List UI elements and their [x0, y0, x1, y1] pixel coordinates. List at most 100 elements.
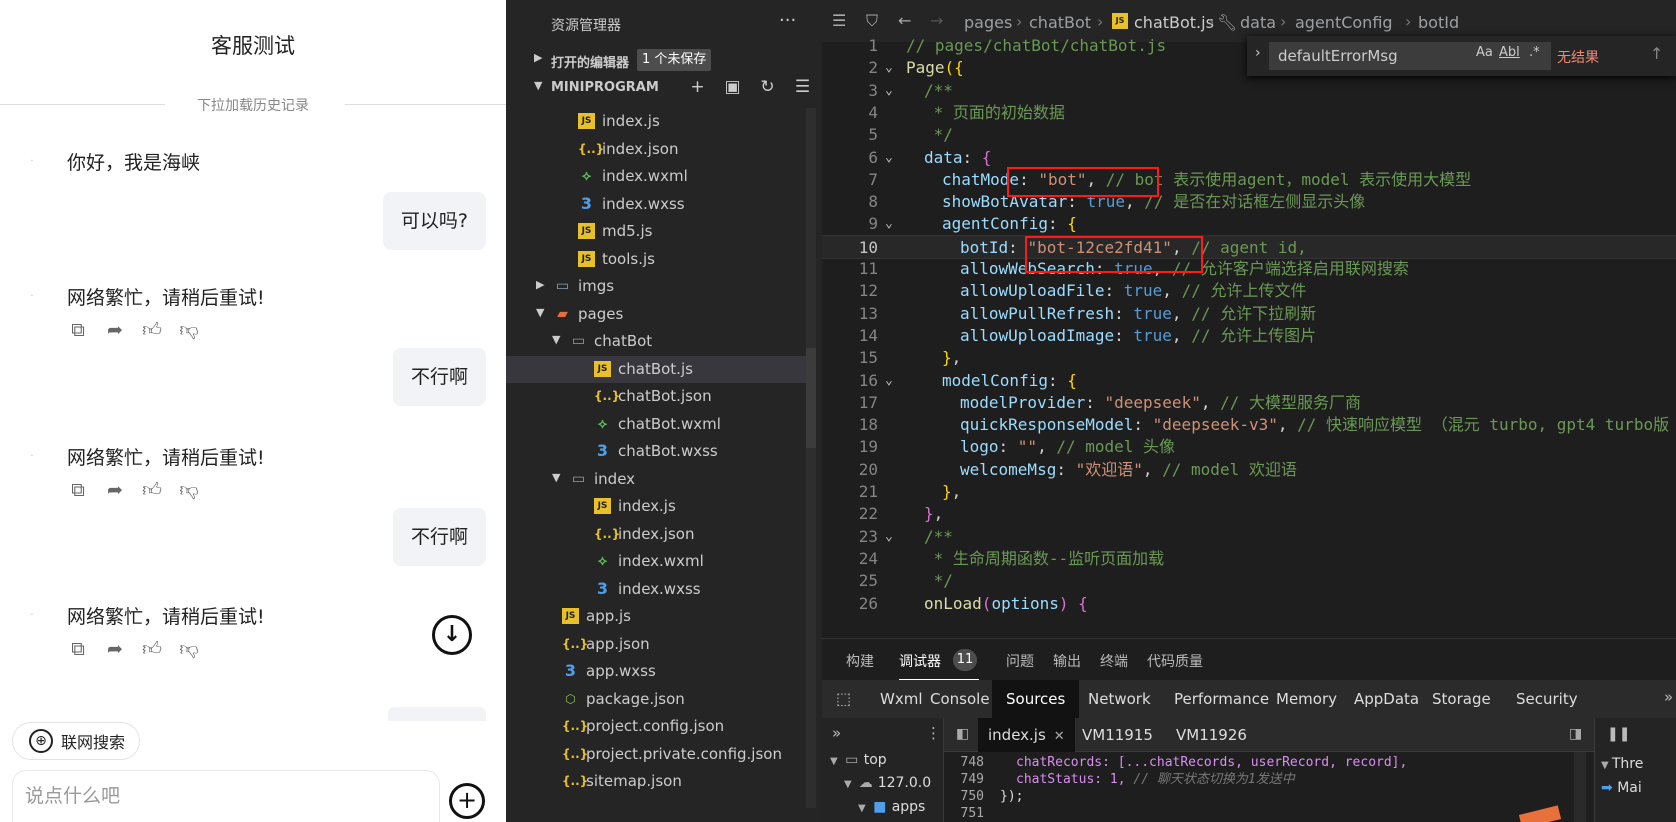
thumbs-down-icon[interactable]: 👎︎: [178, 479, 200, 501]
explorer-scrollbar[interactable]: [806, 108, 816, 808]
file-tree-item[interactable]: JS tools.js: [506, 246, 806, 273]
tab-debugger[interactable]: 调试器: [899, 651, 941, 671]
toggle-debugger-icon[interactable]: ◨: [1569, 726, 1582, 742]
file-tree-item[interactable]: JS md5.js: [506, 218, 806, 245]
new-file-icon[interactable]: +: [686, 76, 709, 99]
close-icon[interactable]: ✕: [1054, 729, 1065, 744]
forward-arrow-icon[interactable]: →: [930, 11, 943, 30]
arrow-down-circle-icon[interactable]: ↓: [432, 615, 472, 655]
collapse-all-icon[interactable]: ☰: [791, 76, 814, 99]
file-tree-item[interactable]: ▼ ▰ pages: [506, 301, 806, 328]
devtools-tab-network[interactable]: Network: [1074, 680, 1165, 718]
match-word-icon[interactable]: Abl: [1499, 45, 1520, 60]
fold-chevron-icon[interactable]: ⌄: [885, 56, 893, 80]
fold-chevron-icon[interactable]: ⌄: [885, 369, 893, 393]
source-scrollbar[interactable]: [1574, 752, 1586, 822]
file-tree-item[interactable]: 3 index.wxss: [506, 191, 806, 218]
devtools-tab-memory[interactable]: Memory: [1262, 680, 1351, 718]
breadcrumb-item[interactable]: data: [1240, 13, 1276, 32]
file-tree-item[interactable]: {..} sitemap.json: [506, 768, 806, 795]
history-hint[interactable]: 下拉加载历史记录: [0, 95, 506, 115]
file-tree-item[interactable]: {..} index.json: [506, 136, 806, 163]
chat-input[interactable]: [25, 785, 405, 807]
devtools-tab-security[interactable]: Security: [1502, 680, 1592, 718]
fold-chevron-icon[interactable]: ⌄: [885, 525, 893, 549]
miniprogram-section[interactable]: ▼ MINIPROGRAM + ▣ ↻ ☰: [506, 74, 822, 102]
file-tree-item[interactable]: {..} project.private.config.json: [506, 741, 806, 768]
breadcrumb-item[interactable]: chatBot.js: [1134, 13, 1214, 32]
devtools-tab-storage[interactable]: Storage: [1418, 680, 1505, 718]
scrollbar-thumb[interactable]: [806, 348, 816, 448]
tree-row-top[interactable]: ▼ ▭ top: [830, 752, 887, 774]
file-tree-item[interactable]: 3 chatBot.wxss: [506, 438, 806, 465]
match-case-icon[interactable]: Aa: [1476, 45, 1493, 60]
code-area[interactable]: 1// pages/chatBot/chatBot.js 2 ⌄ Page({3 ⌄/*…: [822, 34, 1676, 638]
fold-chevron-icon[interactable]: ⌄: [885, 212, 893, 236]
file-tree-item[interactable]: ▶ ▭ imgs: [506, 273, 806, 300]
copy-icon[interactable]: ⧉: [67, 479, 89, 501]
file-tree-item[interactable]: ⟡ index.wxml: [506, 163, 806, 190]
chevron-right-icon[interactable]: ›: [1255, 45, 1261, 61]
devtools-tab-console[interactable]: Console: [916, 680, 1004, 718]
thumbs-up-icon[interactable]: 👍︎: [141, 319, 163, 341]
source-tab-index-js[interactable]: index.js ✕: [978, 718, 1075, 752]
tab-output[interactable]: 输出: [1053, 651, 1081, 671]
file-tree-item[interactable]: JS app.js: [506, 603, 806, 630]
file-tree-item[interactable]: JS index.js: [506, 108, 806, 135]
copy-icon[interactable]: ⧉: [67, 638, 89, 660]
more-icon[interactable]: ···: [779, 10, 796, 31]
tab-code-quality[interactable]: 代码质量: [1147, 651, 1203, 671]
open-editors-section[interactable]: ▶ 打开的编辑器 1 个未保存: [506, 46, 822, 74]
fold-chevron-icon[interactable]: ⌄: [885, 79, 893, 103]
thumbs-up-icon[interactable]: 👍︎: [141, 479, 163, 501]
breadcrumb-item[interactable]: agentConfig: [1295, 13, 1393, 32]
file-tree-item[interactable]: 3 index.wxss: [506, 576, 806, 603]
main-thread-row[interactable]: ➡ Mai: [1601, 780, 1642, 796]
more-tabs-icon[interactable]: »: [1664, 688, 1673, 706]
tab-problems[interactable]: 问题: [1006, 651, 1034, 671]
file-tree-item[interactable]: ⟡ index.wxml: [506, 548, 806, 575]
file-tree-item[interactable]: {..} chatBot.json: [506, 383, 806, 410]
file-tree-item[interactable]: {..} project.config.json: [506, 713, 806, 740]
expand-icon[interactable]: »: [832, 724, 841, 742]
file-tree-item[interactable]: ⟡ chatBot.wxml: [506, 411, 806, 438]
inspect-element-icon[interactable]: ⬚: [836, 689, 851, 708]
breadcrumb-item[interactable]: chatBot: [1029, 13, 1091, 32]
list-icon[interactable]: ☰: [832, 11, 846, 30]
refresh-icon[interactable]: ↻: [756, 76, 779, 99]
threads-row[interactable]: ▼ Thre: [1601, 756, 1643, 772]
tab-terminal[interactable]: 终端: [1100, 651, 1128, 671]
toggle-navigator-icon[interactable]: ◧: [956, 726, 969, 742]
thumbs-up-icon[interactable]: 👍︎: [141, 638, 163, 660]
source-tab-vm11926[interactable]: VM11926: [1166, 718, 1257, 752]
arrow-up-icon[interactable]: ↑: [1650, 44, 1663, 63]
web-search-toggle[interactable]: ⊕ 联网搜索: [12, 722, 141, 760]
tab-build[interactable]: 构建: [846, 651, 874, 671]
breadcrumb-item[interactable]: pages: [964, 13, 1012, 32]
share-icon[interactable]: ➦: [104, 479, 126, 501]
file-tree-item[interactable]: ⬡ package.json: [506, 686, 806, 713]
new-folder-icon[interactable]: ▣: [721, 76, 744, 99]
devtools-tab-sources[interactable]: Sources: [992, 680, 1080, 718]
regex-icon[interactable]: .*: [1529, 45, 1540, 60]
thumbs-down-icon[interactable]: 👎︎: [178, 638, 200, 660]
thumbs-down-icon[interactable]: 👎︎: [178, 319, 200, 341]
copy-icon[interactable]: ⧉: [67, 319, 89, 341]
pause-icon[interactable]: ❚❚: [1607, 726, 1630, 742]
breadcrumb-item[interactable]: botId: [1418, 13, 1459, 32]
plus-circle-icon[interactable]: +: [449, 783, 485, 819]
file-tree-item[interactable]: JS index.js: [506, 493, 806, 520]
file-tree-item[interactable]: ▼ ▭ chatBot: [506, 328, 806, 355]
file-tree-item[interactable]: {..} index.json: [506, 521, 806, 548]
bookmark-icon[interactable]: ⛉: [866, 11, 878, 31]
tree-row-apps[interactable]: ▼ ■ apps: [858, 799, 925, 821]
file-tree-item[interactable]: {..} app.json: [506, 631, 806, 658]
share-icon[interactable]: ➦: [104, 319, 126, 341]
source-tab-vm11915[interactable]: VM11915: [1072, 718, 1163, 752]
tree-row-host[interactable]: ▼ ☁ 127.0.0: [844, 775, 931, 797]
back-arrow-icon[interactable]: ←: [898, 11, 911, 30]
share-icon[interactable]: ➦: [104, 638, 126, 660]
fold-chevron-icon[interactable]: ⌄: [885, 146, 893, 170]
file-tree-item[interactable]: 3 app.wxss: [506, 658, 806, 685]
file-tree-item[interactable]: JS chatBot.js: [506, 355, 806, 383]
